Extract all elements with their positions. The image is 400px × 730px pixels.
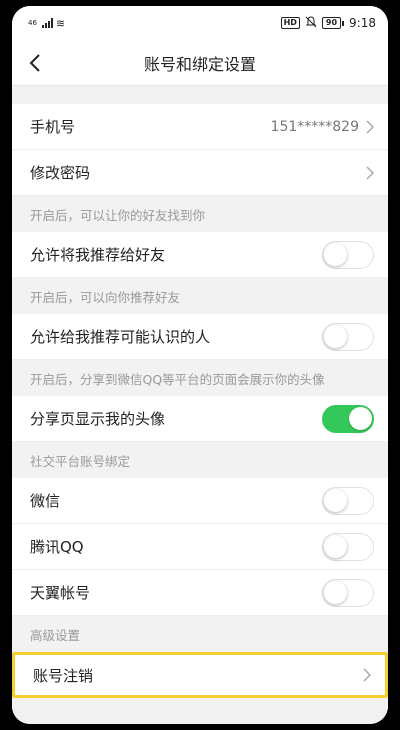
wechat-row: 微信 — [12, 478, 388, 524]
tianyi-label: 天翼帐号 — [30, 584, 91, 602]
wifi-icon: ≋ — [55, 16, 66, 30]
bottom-spacer — [12, 698, 388, 724]
share-avatar-label: 分享页显示我的头像 — [30, 410, 166, 428]
page-title: 账号和绑定设置 — [143, 54, 256, 74]
signal-icon — [41, 18, 53, 28]
wechat-label: 微信 — [30, 492, 61, 510]
battery-icon: 90 — [321, 17, 345, 29]
recommend-you-hint: 开启后，可以向你推荐好友 — [12, 278, 388, 314]
qq-toggle[interactable] — [322, 532, 374, 561]
recommend-me-toggle[interactable] — [322, 240, 374, 269]
mute-icon — [305, 15, 317, 31]
share-avatar-toggle[interactable] — [322, 404, 374, 433]
phone-number-value: 151*****829 — [270, 118, 359, 135]
deactivate-account-label: 账号注销 — [33, 666, 94, 685]
share-avatar-row: 分享页显示我的头像 — [12, 396, 388, 442]
status-left: 46 ≋ — [28, 17, 65, 30]
recommend-known-label: 允许给我推荐可能认识的人 — [30, 328, 211, 346]
phone-screen: 46 ≋ HD 90 9:18 账号和绑定设置 手机号 151*****829 … — [12, 6, 388, 724]
qq-label: 腾讯QQ — [30, 538, 84, 556]
wechat-toggle[interactable] — [322, 486, 374, 515]
network-type: 46 — [28, 18, 37, 27]
share-avatar-hint: 开启后，分享到微信QQ等平台的页面会展示你的头像 — [12, 360, 388, 396]
recommend-me-row: 允许将我推荐给好友 — [12, 232, 388, 278]
hd-icon: HD — [280, 17, 300, 29]
status-right: HD 90 9:18 — [280, 15, 376, 31]
recommend-known-row: 允许给我推荐可能认识的人 — [12, 314, 388, 360]
phone-number-label: 手机号 — [30, 118, 76, 136]
recommend-known-toggle[interactable] — [322, 322, 374, 351]
phone-number-row[interactable]: 手机号 151*****829 — [12, 104, 388, 150]
chevron-right-icon — [363, 668, 371, 682]
battery-level: 90 — [321, 17, 342, 29]
status-bar: 46 ≋ HD 90 9:18 — [12, 6, 388, 40]
advanced-header: 高级设置 — [12, 616, 388, 652]
deactivate-account-row[interactable]: 账号注销 — [12, 652, 388, 698]
tianyi-row: 天翼帐号 — [12, 570, 388, 616]
back-button[interactable] — [12, 40, 58, 86]
nav-bar: 账号和绑定设置 — [12, 40, 388, 86]
tianyi-toggle[interactable] — [322, 578, 374, 607]
recommend-me-label: 允许将我推荐给好友 — [30, 246, 166, 264]
friends-find-hint: 开启后，可以让你的好友找到你 — [12, 196, 388, 232]
qq-row: 腾讯QQ — [12, 524, 388, 570]
chevron-right-icon — [366, 165, 374, 180]
change-password-row[interactable]: 修改密码 — [12, 150, 388, 196]
social-binding-header: 社交平台账号绑定 — [12, 442, 388, 478]
change-password-label: 修改密码 — [30, 164, 91, 182]
clock: 9:18 — [349, 16, 376, 30]
chevron-right-icon — [366, 119, 374, 134]
chevron-left-icon — [29, 53, 40, 72]
spacer — [12, 86, 388, 104]
